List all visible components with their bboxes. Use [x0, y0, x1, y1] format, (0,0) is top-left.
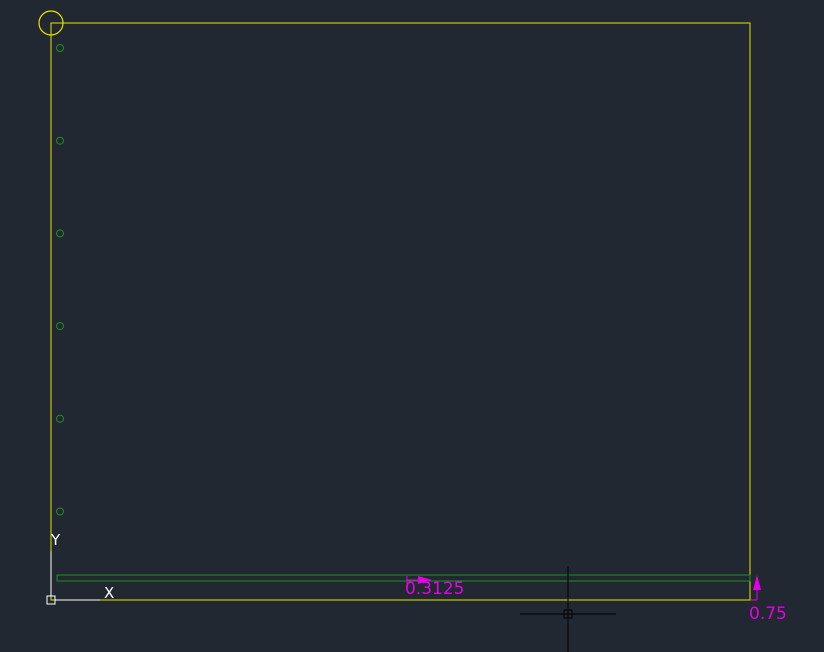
ucs-x-label: X: [104, 584, 114, 602]
hole-circle[interactable]: [56, 229, 64, 238]
dimension-text-vertical[interactable]: 0.75: [749, 604, 787, 624]
hole-pattern[interactable]: [56, 44, 64, 516]
ucs-y-label: Y: [50, 531, 61, 549]
hole-circle[interactable]: [56, 414, 64, 423]
bottom-strip[interactable]: [56, 574, 751, 582]
dimension-vertical[interactable]: 0.75: [749, 575, 787, 624]
hole-circle[interactable]: [56, 44, 64, 52]
crosshair-cursor-icon: [520, 566, 616, 652]
hole-circle[interactable]: [56, 136, 64, 145]
dimension-horizontal[interactable]: 0.3125: [405, 576, 464, 599]
ucs-axis-icon: Y X: [46, 531, 114, 605]
hole-circle[interactable]: [56, 322, 64, 331]
panel-outline[interactable]: [50, 22, 751, 601]
model-space[interactable]: 0.3125 0.75 Y X: [0, 0, 824, 652]
hole-circle[interactable]: [56, 507, 64, 516]
drawing-canvas[interactable]: 0.3125 0.75 Y X: [0, 0, 824, 652]
dimension-arrow-icon: [753, 575, 761, 590]
dimension-text-horizontal[interactable]: 0.3125: [405, 579, 464, 599]
